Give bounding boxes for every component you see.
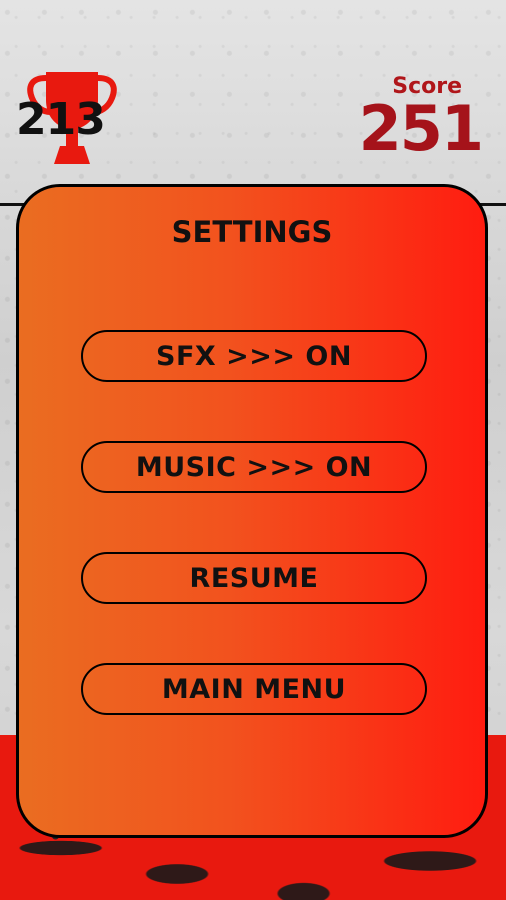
settings-title: SETTINGS: [171, 215, 333, 249]
main-menu-button[interactable]: MAIN MENU: [81, 663, 427, 715]
best-score: 213: [16, 94, 106, 145]
music-toggle-button[interactable]: MUSIC >>> ON: [81, 441, 427, 493]
settings-panel: SETTINGS SFX >>> ON MUSIC >>> ON RESUME …: [16, 184, 488, 838]
resume-button[interactable]: RESUME: [81, 552, 427, 604]
sfx-toggle-button[interactable]: SFX >>> ON: [81, 330, 427, 382]
score-value: 251: [358, 92, 484, 165]
